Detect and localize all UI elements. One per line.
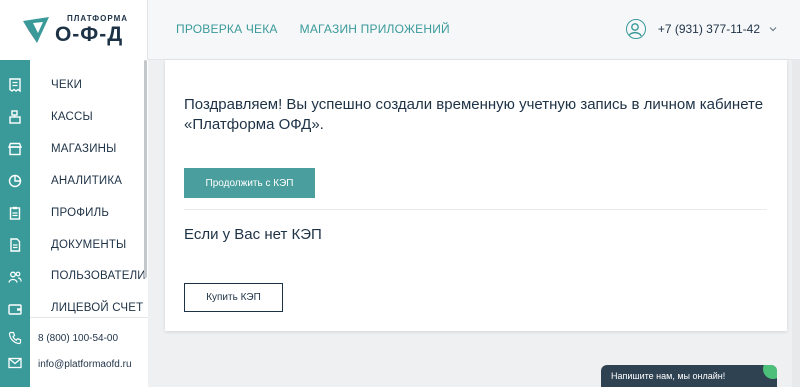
chat-label: Напишите нам, мы онлайн! <box>611 371 726 381</box>
sidebar-item-documents[interactable]: ДОКУМЕНТЫ <box>51 239 126 251</box>
top-header: ПРОВЕРКА ЧЕКА МАГАЗИН ПРИЛОЖЕНИЙ +7 (931… <box>148 0 800 60</box>
logo-main-text: О-Ф-Д <box>54 23 124 46</box>
phone-icon <box>8 331 22 345</box>
top-nav: ПРОВЕРКА ЧЕКА МАГАЗИН ПРИЛОЖЕНИЙ <box>176 22 450 36</box>
user-menu[interactable]: +7 (931) 377-11-42 <box>625 19 778 39</box>
sidebar-scrollbar[interactable] <box>144 60 147 278</box>
wallet-icon[interactable] <box>7 301 23 317</box>
page-scrollbar[interactable] <box>792 60 800 387</box>
contact-phone[interactable]: 8 (800) 100-54-00 <box>38 333 118 344</box>
sidebar-item-account[interactable]: ЛИЦЕВОЙ СЧЕТ <box>51 302 143 314</box>
mail-icon <box>8 357 22 369</box>
pie-chart-icon[interactable] <box>7 173 23 189</box>
contact-email[interactable]: info@platformaofd.ru <box>38 359 132 370</box>
user-phone: +7 (931) 377-11-42 <box>657 22 760 36</box>
users-icon[interactable] <box>7 269 23 285</box>
receipt-icon[interactable] <box>7 77 23 93</box>
sidebar-item-stores[interactable]: МАГАЗИНЫ <box>51 143 117 155</box>
congratulations-message: Поздравляем! Вы успешно создали временну… <box>184 96 764 133</box>
sidebar-item-users[interactable]: ПОЛЬЗОВАТЕЛИ <box>51 270 146 282</box>
divider <box>184 209 767 210</box>
user-avatar-icon <box>625 19 646 39</box>
sidebar-menu: ЧЕКИ КАССЫ МАГАЗИНЫ АНАЛИТИКА ПРОФИЛЬ ДО… <box>30 60 148 317</box>
nav-check-receipt[interactable]: ПРОВЕРКА ЧЕКА <box>176 22 278 36</box>
sidebar-icon-rail <box>0 60 30 387</box>
document-icon[interactable] <box>7 237 23 253</box>
chat-widget[interactable]: Напишите нам, мы онлайн! <box>601 365 777 387</box>
logo-panel: ПЛАТФОРМА О-Ф-Д <box>0 0 148 60</box>
main-card: Поздравляем! Вы успешно создали временну… <box>165 60 787 331</box>
store-icon[interactable] <box>7 141 23 157</box>
chevron-down-icon <box>769 27 777 32</box>
sidebar-item-registers[interactable]: КАССЫ <box>51 111 93 123</box>
logo[interactable]: ПЛАТФОРМА О-Ф-Д <box>19 13 128 47</box>
cash-register-icon[interactable] <box>7 109 23 125</box>
online-status-icon <box>763 365 777 379</box>
continue-with-kep-button[interactable]: Продолжить с КЭП <box>184 168 315 198</box>
buy-kep-button[interactable]: Купить КЭП <box>184 283 283 312</box>
logo-mark-icon <box>22 17 49 43</box>
nav-app-store[interactable]: МАГАЗИН ПРИЛОЖЕНИЙ <box>300 22 450 36</box>
sidebar-contacts: 8 (800) 100-54-00 info@platformaofd.ru <box>30 317 148 387</box>
no-kep-heading: Если у Вас нет КЭП <box>184 226 322 243</box>
sidebar-item-analytics[interactable]: АНАЛИТИКА <box>51 175 122 187</box>
sidebar-item-receipts[interactable]: ЧЕКИ <box>51 79 82 91</box>
logo-top-text: ПЛАТФОРМА <box>66 14 129 23</box>
sidebar-item-profile[interactable]: ПРОФИЛЬ <box>51 207 109 219</box>
clipboard-icon[interactable] <box>7 205 23 221</box>
